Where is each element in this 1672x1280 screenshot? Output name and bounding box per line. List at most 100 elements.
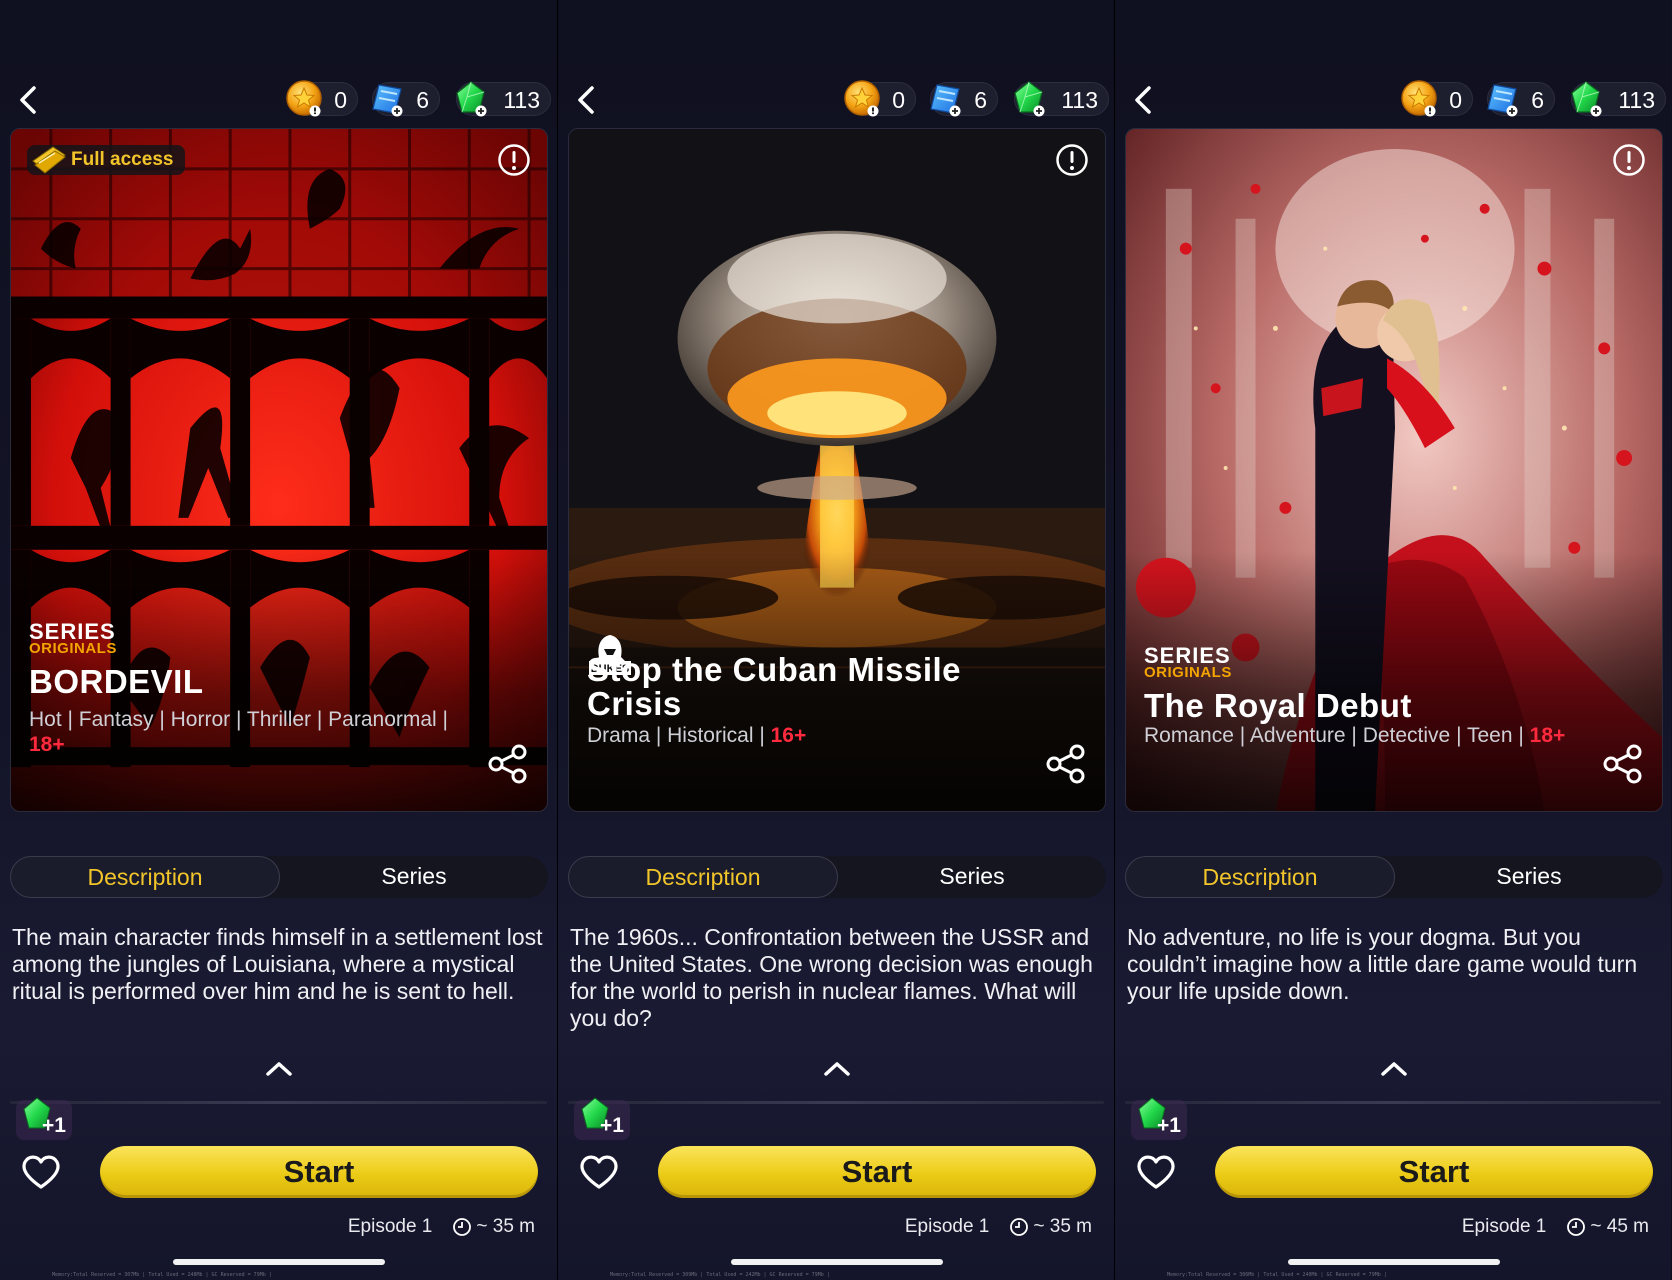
favorite-heart-button[interactable]: [20, 1152, 62, 1192]
top-bar: 0 6 113: [1115, 78, 1671, 122]
ticket-stack-icon: [32, 146, 66, 174]
coin-count: 0: [892, 87, 905, 113]
duration-label: ~ 45 m: [1590, 1216, 1649, 1237]
episode-label: Episode 1: [1461, 1216, 1547, 1237]
coin-count: 0: [334, 87, 347, 113]
gem-counter[interactable]: 113: [456, 81, 551, 117]
duration-label: ~ 35 m: [476, 1216, 535, 1237]
story-panel-royal-debut: 0 6 113 SERIES ORIGINALS The Royal Debut…: [1114, 0, 1671, 1280]
gem-counter[interactable]: 113: [1571, 81, 1666, 117]
coin-counter[interactable]: 0: [844, 80, 916, 117]
ticket-counter[interactable]: 6: [1487, 82, 1555, 117]
tab-bar: Description Series: [10, 856, 548, 898]
app-root: 0 6 113 Full access SERIES ORIGINALS BOR…: [0, 0, 1672, 1280]
back-button[interactable]: [1129, 84, 1159, 116]
start-button[interactable]: Start: [658, 1146, 1096, 1198]
tab-series[interactable]: Series: [838, 856, 1106, 898]
age-rating: 16+: [770, 724, 807, 747]
story-description: No adventure, no life is your dogma. But…: [1127, 924, 1638, 1004]
genre-list: Romance | Adventure | Detective | Teen |…: [1144, 723, 1582, 748]
share-button[interactable]: [1045, 743, 1087, 785]
home-indicator[interactable]: [1288, 1259, 1500, 1265]
tab-bar: Description Series: [1125, 856, 1663, 898]
divider: [568, 1101, 1104, 1104]
gem-reward-badge: +1: [1131, 1097, 1187, 1140]
tab-series[interactable]: Series: [280, 856, 548, 898]
age-rating: 18+: [1529, 724, 1566, 747]
clock-icon: [453, 1218, 472, 1236]
story-panel-bordevil: 0 6 113 Full access SERIES ORIGINALS BOR…: [0, 0, 557, 1280]
back-button[interactable]: [572, 84, 602, 116]
tab-bar: Description Series: [568, 856, 1106, 898]
genre-text: Drama | Historical |: [587, 724, 765, 747]
genre-list: Drama | Historical | 16+: [587, 723, 1025, 748]
tab-description[interactable]: Description: [1125, 856, 1395, 898]
genre-text: Hot | Fantasy | Horror | Thriller | Para…: [29, 708, 449, 731]
ticket-icon: [1487, 84, 1518, 117]
memory-debug-text: Memory:Total Reserved = 309Mb | Total Us…: [610, 1272, 830, 1278]
story-panel-cuban-missile: 0 6 113 DUKES Stop the Cuban Missile Cri…: [557, 0, 1114, 1280]
chevron-left-icon: [578, 86, 594, 114]
reward-amount: +1: [1157, 1114, 1181, 1137]
episode-info: Episode 1 ~ 45 m: [1462, 1216, 1649, 1238]
tab-description[interactable]: Description: [10, 856, 280, 898]
back-button[interactable]: [14, 84, 44, 116]
ticket-count: 6: [416, 87, 429, 113]
duration-label: ~ 35 m: [1033, 1216, 1092, 1237]
age-rating: 18+: [29, 733, 65, 756]
chevron-up-icon[interactable]: [262, 1058, 296, 1080]
start-button[interactable]: Start: [1215, 1146, 1653, 1198]
episode-label: Episode 1: [904, 1216, 990, 1237]
reward-amount: +1: [600, 1114, 624, 1137]
divider: [10, 1101, 547, 1104]
story-cover-card[interactable]: SERIES ORIGINALS The Royal Debut Romance…: [1125, 128, 1663, 812]
coin-counter[interactable]: 0: [1401, 80, 1473, 117]
reward-amount: +1: [42, 1114, 66, 1137]
chevron-left-icon: [1135, 86, 1151, 114]
memory-debug-text: Memory:Total Reserved = 306Mb | Total Us…: [1167, 1272, 1387, 1278]
coin-icon: [286, 80, 322, 117]
badge-label: Full access: [71, 149, 174, 170]
share-button[interactable]: [487, 743, 529, 785]
ticket-count: 6: [974, 87, 987, 113]
gem-counter[interactable]: 113: [1014, 81, 1109, 117]
chevron-up-icon[interactable]: [820, 1058, 854, 1080]
series-originals-logo: SERIES ORIGINALS: [1144, 643, 1232, 681]
home-indicator[interactable]: [173, 1259, 385, 1265]
story-description: The 1960s... Confrontation between the U…: [570, 924, 1093, 1031]
ticket-icon: [372, 84, 403, 117]
coin-icon: [1401, 80, 1437, 117]
story-title: BORDEVIL: [29, 663, 204, 700]
chevron-up-icon[interactable]: [1377, 1058, 1411, 1080]
report-button[interactable]: [1055, 143, 1089, 177]
home-indicator[interactable]: [731, 1259, 943, 1265]
ticket-count: 6: [1531, 87, 1544, 113]
favorite-heart-button[interactable]: [578, 1152, 620, 1192]
story-cover-card[interactable]: Full access SERIES ORIGINALS BORDEVIL Ho…: [10, 128, 548, 812]
series-originals-logo: SERIES ORIGINALS: [29, 619, 117, 657]
full-access-badge: Full access: [27, 145, 186, 175]
gem-count: 113: [1061, 87, 1098, 113]
gem-icon: [456, 81, 487, 117]
gem-count: 113: [1618, 87, 1655, 113]
genre-text: Romance | Adventure | Detective | Teen |: [1144, 724, 1524, 747]
story-cover-card[interactable]: DUKES Stop the Cuban Missile Crisis Dram…: [568, 128, 1106, 812]
ticket-counter[interactable]: 6: [930, 82, 998, 117]
tab-description[interactable]: Description: [568, 856, 838, 898]
episode-info: Episode 1 ~ 35 m: [905, 1216, 1092, 1238]
tab-series[interactable]: Series: [1395, 856, 1663, 898]
favorite-heart-button[interactable]: [1135, 1152, 1177, 1192]
top-bar: 0 6 113: [558, 78, 1114, 122]
coin-counter[interactable]: 0: [286, 80, 358, 117]
start-button[interactable]: Start: [100, 1146, 538, 1198]
cover-shade: [1126, 551, 1662, 811]
share-button[interactable]: [1602, 743, 1644, 785]
report-button[interactable]: [497, 143, 531, 177]
report-button[interactable]: [1612, 143, 1646, 177]
genre-list: Hot | Fantasy | Horror | Thriller | Para…: [29, 707, 467, 757]
ticket-counter[interactable]: 6: [372, 82, 440, 117]
gem-reward-badge: +1: [16, 1097, 72, 1140]
divider: [1125, 1101, 1661, 1104]
gem-icon: [1014, 81, 1045, 117]
clock-icon: [1567, 1218, 1586, 1236]
